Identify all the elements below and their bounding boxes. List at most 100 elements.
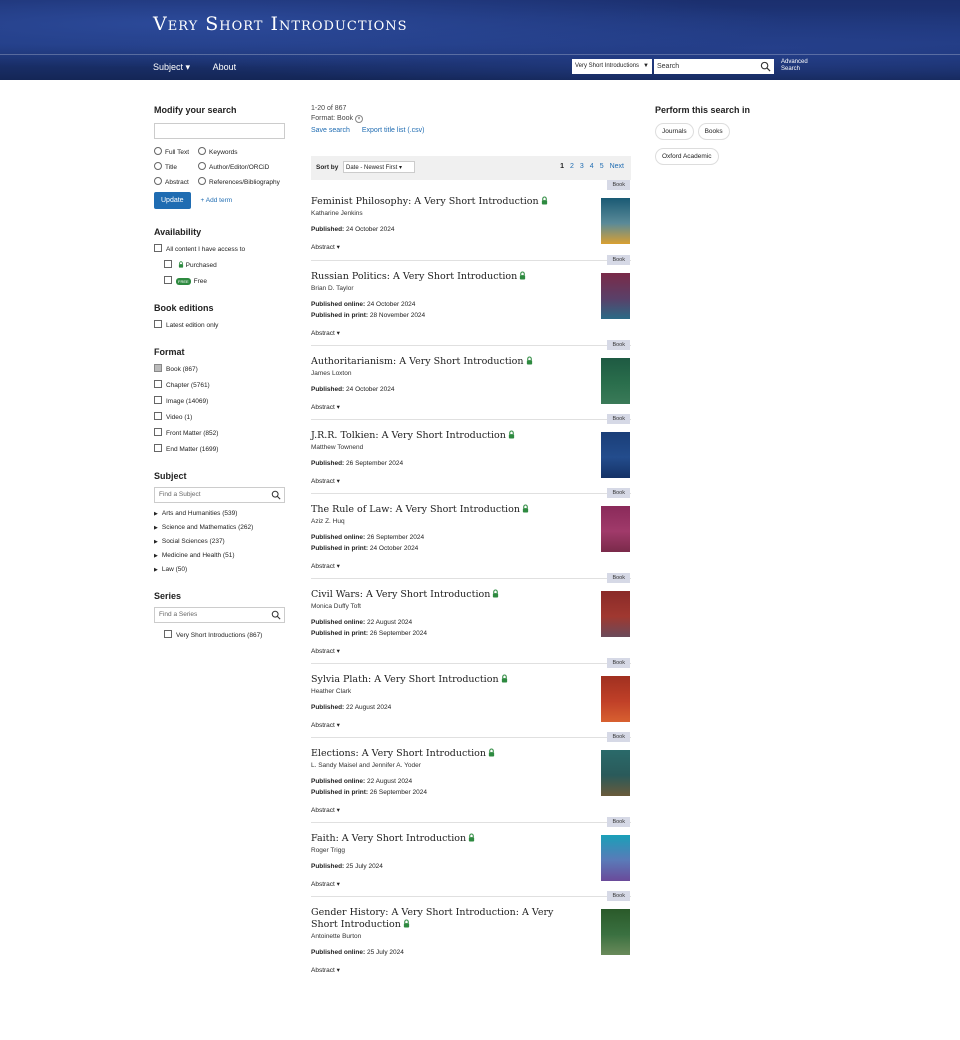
abstract-toggle[interactable]: Abstract ▾: [311, 329, 340, 337]
radio-abstract[interactable]: Abstract: [154, 177, 198, 186]
result-title[interactable]: Feminist Philosophy: A Very Short Introd…: [311, 196, 581, 208]
filter-format-item[interactable]: Video (1): [154, 412, 289, 421]
page-link[interactable]: 3: [580, 163, 584, 170]
radio-title[interactable]: Title: [154, 162, 198, 171]
search-icon[interactable]: [760, 61, 771, 72]
result-title[interactable]: Civil Wars: A Very Short Introduction: [311, 589, 581, 601]
abstract-toggle[interactable]: Abstract ▾: [311, 806, 340, 814]
nav-subject[interactable]: Subject ▾: [153, 62, 190, 73]
result-author[interactable]: Roger Trigg: [311, 847, 345, 854]
site-title[interactable]: Very Short Introductions: [153, 13, 408, 35]
find-subject-input[interactable]: Find a Subject: [154, 487, 285, 503]
result-title[interactable]: Authoritarianism: A Very Short Introduct…: [311, 356, 581, 368]
result-author[interactable]: Matthew Townend: [311, 444, 363, 451]
next-page-link[interactable]: Next: [610, 163, 624, 170]
add-term-link[interactable]: + Add term: [201, 197, 233, 204]
close-icon[interactable]: ×: [355, 115, 364, 123]
filter-purchased[interactable]: Purchased: [154, 260, 289, 269]
page-link[interactable]: 4: [590, 163, 594, 170]
result-title[interactable]: Sylvia Plath: A Very Short Introduction: [311, 674, 581, 686]
result-title-text[interactable]: Elections: A Very Short Introduction: [311, 748, 486, 759]
result-title[interactable]: Gender History: A Very Short Introductio…: [311, 907, 581, 931]
result-title-text[interactable]: Faith: A Very Short Introduction: [311, 833, 466, 844]
result-title-text[interactable]: Authoritarianism: A Very Short Introduct…: [311, 356, 524, 367]
book-cover-image[interactable]: [601, 676, 630, 722]
abstract-toggle[interactable]: Abstract ▾: [311, 243, 340, 251]
result-title[interactable]: Elections: A Very Short Introduction: [311, 748, 581, 760]
filter-format-item[interactable]: Book (867): [154, 364, 289, 373]
result-title-text[interactable]: The Rule of Law: A Very Short Introducti…: [311, 504, 520, 515]
page-link[interactable]: 1: [560, 163, 564, 170]
filter-format-item[interactable]: Chapter (5761): [154, 380, 289, 389]
search-scope-select[interactable]: Very Short Introductions ▼: [572, 59, 652, 74]
result-author[interactable]: Brian D. Taylor: [311, 285, 354, 292]
result-title-text[interactable]: Gender History: A Very Short Introductio…: [311, 907, 553, 930]
search-target-chip[interactable]: Oxford Academic: [655, 148, 719, 165]
result-author[interactable]: James Loxton: [311, 370, 351, 377]
abstract-toggle[interactable]: Abstract ▾: [311, 562, 340, 570]
radio-keywords[interactable]: Keywords: [198, 147, 288, 156]
modify-search-input[interactable]: [154, 123, 285, 139]
abstract-toggle[interactable]: Abstract ▾: [311, 966, 340, 974]
search-target-chip[interactable]: Books: [697, 123, 730, 140]
update-button[interactable]: Update: [154, 192, 191, 209]
result-author[interactable]: Heather Clark: [311, 688, 351, 695]
subject-item[interactable]: ▶ Medicine and Health (51): [154, 552, 289, 559]
radio-author[interactable]: Author/Editor/ORCiD: [198, 162, 288, 171]
search-input[interactable]: Search: [654, 59, 774, 74]
result-title-text[interactable]: Civil Wars: A Very Short Introduction: [311, 589, 490, 600]
filter-free[interactable]: FREE Free: [154, 276, 289, 285]
advanced-search-link[interactable]: Advanced Search: [781, 59, 808, 73]
result-title-text[interactable]: Sylvia Plath: A Very Short Introduction: [311, 674, 499, 685]
result-author[interactable]: L. Sandy Maisel and Jennifer A. Yoder: [311, 762, 421, 769]
result-author[interactable]: Katharine Jenkins: [311, 210, 363, 217]
export-link[interactable]: Export title list (.csv): [362, 127, 425, 134]
radio-references[interactable]: References/Bibliography: [198, 177, 288, 186]
book-cover-image[interactable]: [601, 198, 630, 244]
filter-format-item[interactable]: Image (14069): [154, 396, 289, 405]
filter-format-item[interactable]: End Matter (1699): [154, 444, 289, 453]
result-title[interactable]: Russian Politics: A Very Short Introduct…: [311, 271, 581, 283]
result-title-text[interactable]: Russian Politics: A Very Short Introduct…: [311, 271, 517, 282]
abstract-toggle[interactable]: Abstract ▾: [311, 477, 340, 485]
abstract-toggle[interactable]: Abstract ▾: [311, 647, 340, 655]
book-cover-image[interactable]: [601, 750, 630, 796]
filter-format-item[interactable]: Front Matter (852): [154, 428, 289, 437]
page-link[interactable]: 2: [570, 163, 574, 170]
book-cover-image[interactable]: [601, 909, 630, 955]
radio-full-text[interactable]: Full Text: [154, 147, 198, 156]
book-cover-image[interactable]: [601, 273, 630, 319]
result-author[interactable]: Monica Duffy Toft: [311, 603, 361, 610]
subject-item[interactable]: ▶ Social Sciences (237): [154, 538, 289, 545]
result-title-text[interactable]: Feminist Philosophy: A Very Short Introd…: [311, 196, 539, 207]
nav-about[interactable]: About: [213, 62, 237, 72]
result-title[interactable]: J.R.R. Tolkien: A Very Short Introductio…: [311, 430, 581, 442]
abstract-toggle[interactable]: Abstract ▾: [311, 403, 340, 411]
abstract-toggle[interactable]: Abstract ▾: [311, 721, 340, 729]
result-title-text[interactable]: J.R.R. Tolkien: A Very Short Introductio…: [311, 430, 506, 441]
filter-latest-edition[interactable]: Latest edition only: [154, 320, 289, 329]
search-icon[interactable]: [271, 490, 281, 500]
search-target-chip[interactable]: Journals: [655, 123, 694, 140]
result-author[interactable]: Aziz Z. Huq: [311, 518, 345, 525]
search-icon[interactable]: [271, 610, 281, 620]
page-link[interactable]: 5: [600, 163, 604, 170]
find-series-input[interactable]: Find a Series: [154, 607, 285, 623]
subject-item[interactable]: ▶ Arts and Humanities (539): [154, 510, 289, 517]
book-cover-image[interactable]: [601, 358, 630, 404]
book-cover-image[interactable]: [601, 835, 630, 881]
book-cover-image[interactable]: [601, 506, 630, 552]
sort-select[interactable]: Date - Newest First ▾: [343, 161, 415, 173]
filter-all-content[interactable]: All content I have access to: [154, 244, 289, 253]
filter-series-vsi[interactable]: Very Short Introductions (867): [154, 630, 289, 639]
save-search-link[interactable]: Save search: [311, 127, 350, 134]
abstract-toggle[interactable]: Abstract ▾: [311, 880, 340, 888]
result-title[interactable]: Faith: A Very Short Introduction: [311, 833, 581, 845]
chevron-down-icon: ▾: [399, 165, 403, 171]
result-title[interactable]: The Rule of Law: A Very Short Introducti…: [311, 504, 581, 516]
book-cover-image[interactable]: [601, 432, 630, 478]
subject-item[interactable]: ▶ Science and Mathematics (262): [154, 524, 289, 531]
book-cover-image[interactable]: [601, 591, 630, 637]
subject-item[interactable]: ▶ Law (50): [154, 566, 289, 573]
result-author[interactable]: Antoinette Burton: [311, 933, 361, 940]
